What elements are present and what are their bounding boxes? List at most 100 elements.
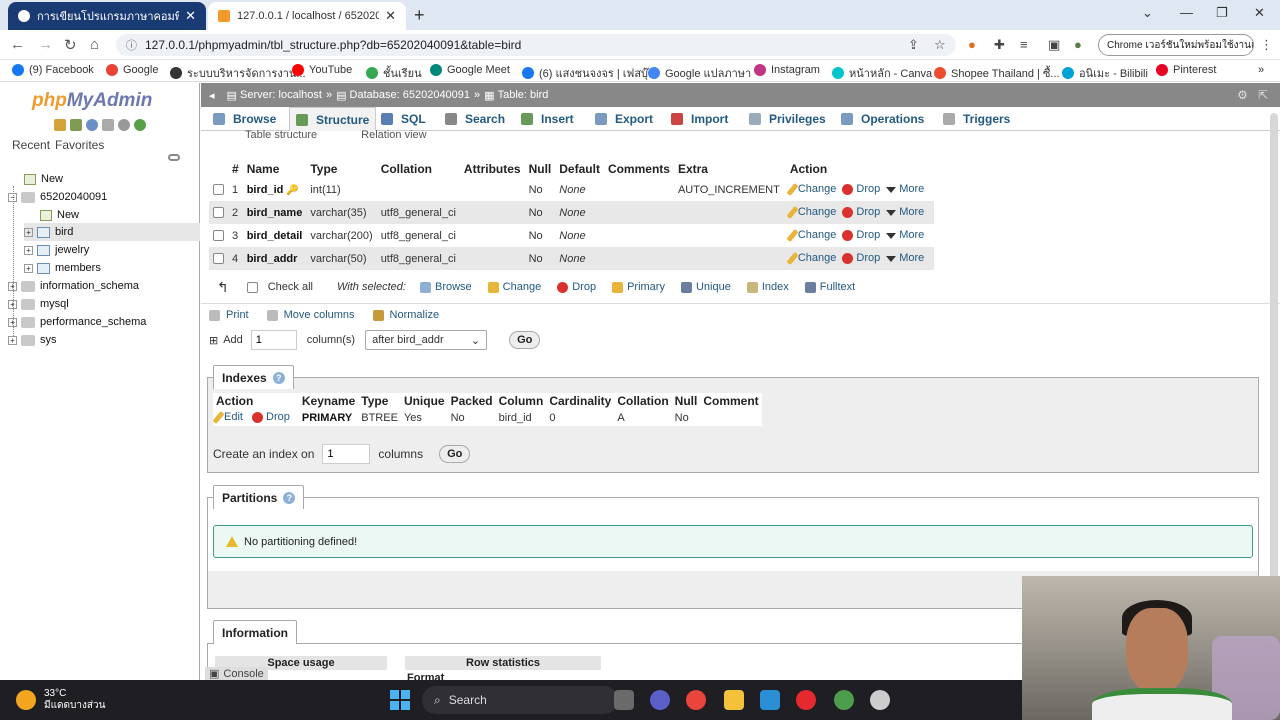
- menu-icon[interactable]: ⋮: [1260, 37, 1273, 53]
- col-header-name[interactable]: Name: [243, 160, 307, 178]
- tab-list-icon[interactable]: ⌄: [1142, 5, 1153, 21]
- tree-table-bird[interactable]: + bird: [24, 223, 200, 241]
- normalize-link[interactable]: Normalize: [372, 309, 439, 321]
- bulk-fulltext-button[interactable]: Fulltext: [804, 281, 855, 293]
- playlist-icon[interactable]: ≡: [1020, 37, 1028, 52]
- chrome-profile-icon[interactable]: [834, 690, 854, 710]
- chat-icon[interactable]: [650, 690, 670, 710]
- bookmark-star-icon[interactable]: ☆: [934, 37, 946, 53]
- check-all-label[interactable]: Check all: [268, 281, 313, 293]
- reload-icon[interactable]: ↻: [64, 36, 77, 54]
- tab-structure[interactable]: Structure: [289, 107, 377, 131]
- bookmark-item[interactable]: ระบบบริหารจัดการงาน...: [170, 64, 306, 82]
- settings-icon[interactable]: [118, 119, 130, 131]
- file-explorer-icon[interactable]: [724, 690, 744, 710]
- index-edit-button[interactable]: Edit: [212, 410, 243, 425]
- share-icon[interactable]: ⇪: [908, 37, 919, 53]
- tree-db-sys[interactable]: + sys: [8, 331, 57, 349]
- breadcrumb-table[interactable]: Table: bird: [498, 89, 549, 101]
- breadcrumb-server[interactable]: Server: localhost: [240, 89, 322, 101]
- taskbar-search[interactable]: ⌕ Search: [422, 686, 618, 714]
- create-index-go-button[interactable]: Go: [439, 445, 471, 463]
- back-icon[interactable]: ←: [10, 36, 25, 53]
- new-tab-button[interactable]: +: [414, 5, 425, 26]
- opera-icon[interactable]: [796, 690, 816, 710]
- scrollbar[interactable]: [1270, 113, 1278, 653]
- row-checkbox[interactable]: [213, 184, 224, 196]
- bookmark-item[interactable]: Pinterest: [1156, 64, 1216, 76]
- change-button[interactable]: Change: [786, 182, 836, 197]
- puzzle-icon[interactable]: ✚: [994, 37, 1005, 53]
- bookmark-item[interactable]: หน้าหลัก - Canva: [832, 64, 932, 82]
- bookmark-item[interactable]: YouTube: [292, 64, 352, 76]
- more-button[interactable]: More: [886, 252, 924, 264]
- move-columns-link[interactable]: Move columns: [266, 309, 355, 321]
- help-icon[interactable]: ?: [272, 371, 285, 384]
- bulk-primary-button[interactable]: Primary: [612, 281, 665, 293]
- bookmark-item[interactable]: Google แปลภาษา: [648, 64, 751, 82]
- bookmark-item[interactable]: อนิเมะ - Bilibili: [1062, 64, 1148, 82]
- subtab-table-structure[interactable]: Table structure: [245, 129, 317, 141]
- change-button[interactable]: Change: [786, 228, 836, 243]
- avatar[interactable]: ●: [1074, 37, 1082, 52]
- store-icon[interactable]: [760, 690, 780, 710]
- bookmark-item[interactable]: (9) Facebook: [12, 64, 94, 76]
- console-toggle[interactable]: ▣ Console: [205, 667, 268, 680]
- row-checkbox[interactable]: [213, 207, 224, 219]
- url-field[interactable]: ⓘ 127.0.0.1/phpmyadmin/tbl_structure.php…: [116, 34, 956, 56]
- extension-icon[interactable]: ●: [968, 37, 976, 52]
- tab-import[interactable]: Import: [671, 107, 728, 131]
- weather-widget[interactable]: 33°C มีแดดบางส่วน: [16, 688, 105, 712]
- print-link[interactable]: Print: [209, 309, 249, 321]
- expand-icon[interactable]: +: [8, 299, 17, 309]
- collapse-nav-icon[interactable]: ◂: [209, 89, 215, 102]
- expand-icon[interactable]: +: [24, 263, 33, 273]
- start-button[interactable]: [390, 690, 410, 710]
- sidepanel-icon[interactable]: ▣: [1048, 37, 1060, 53]
- tab-export[interactable]: Export: [595, 107, 653, 131]
- tab-operations[interactable]: Operations: [841, 107, 924, 131]
- expand-icon[interactable]: +: [24, 227, 33, 237]
- settings-icon[interactable]: ⚙: [1237, 88, 1248, 102]
- chrome-icon[interactable]: [686, 690, 706, 710]
- bulk-unique-button[interactable]: Unique: [680, 281, 731, 293]
- drop-button[interactable]: Drop: [842, 206, 880, 218]
- bookmark-item[interactable]: ชั้นเรียน: [366, 64, 422, 82]
- index-drop-button[interactable]: Drop: [252, 411, 290, 423]
- create-index-columns-input[interactable]: [322, 444, 371, 464]
- expand-icon[interactable]: +: [8, 335, 17, 345]
- add-columns-go-button[interactable]: Go: [509, 331, 541, 349]
- tab-insert[interactable]: Insert: [521, 107, 574, 131]
- drop-button[interactable]: Drop: [842, 229, 880, 241]
- bulk-drop-button[interactable]: Drop: [557, 281, 596, 293]
- tree-db-65202040091[interactable]: − 65202040091: [8, 188, 107, 206]
- check-all-checkbox[interactable]: [246, 281, 258, 293]
- maximize-icon[interactable]: ❐: [1216, 5, 1228, 21]
- docs-icon[interactable]: [102, 119, 114, 131]
- drop-button[interactable]: Drop: [842, 252, 880, 264]
- tab-sql[interactable]: SQL: [381, 107, 426, 131]
- logout-icon[interactable]: [70, 119, 82, 131]
- bookmark-item[interactable]: Google: [106, 64, 158, 76]
- collapse-icon[interactable]: −: [8, 192, 17, 202]
- settings-icon[interactable]: [870, 690, 890, 710]
- expand-icon[interactable]: +: [8, 281, 17, 291]
- expand-icon[interactable]: +: [8, 317, 17, 327]
- expand-icon[interactable]: +: [24, 245, 33, 255]
- minimize-icon[interactable]: —: [1180, 5, 1193, 20]
- change-button[interactable]: Change: [786, 251, 836, 266]
- task-view-icon[interactable]: [614, 690, 634, 710]
- tree-db-information-schema[interactable]: + information_schema: [8, 277, 139, 295]
- tab-search[interactable]: Search: [445, 107, 505, 131]
- forward-icon[interactable]: →: [38, 36, 53, 53]
- help-icon[interactable]: ?: [283, 491, 296, 504]
- row-checkbox[interactable]: [213, 230, 224, 242]
- home-icon[interactable]: ⌂: [90, 36, 99, 53]
- tab-browse[interactable]: Browse: [213, 107, 276, 131]
- browser-tab[interactable]: การเขียนโปรแกรมภาษาคอมพิวเตอร์ ✕: [8, 2, 206, 30]
- browser-tab-active[interactable]: 127.0.0.1 / localhost / 65202040 ✕: [208, 2, 406, 30]
- home-icon[interactable]: [54, 119, 66, 131]
- tree-table-jewelry[interactable]: + jewelry: [24, 241, 89, 259]
- bulk-change-button[interactable]: Change: [487, 281, 541, 293]
- bulk-browse-button[interactable]: Browse: [419, 281, 472, 293]
